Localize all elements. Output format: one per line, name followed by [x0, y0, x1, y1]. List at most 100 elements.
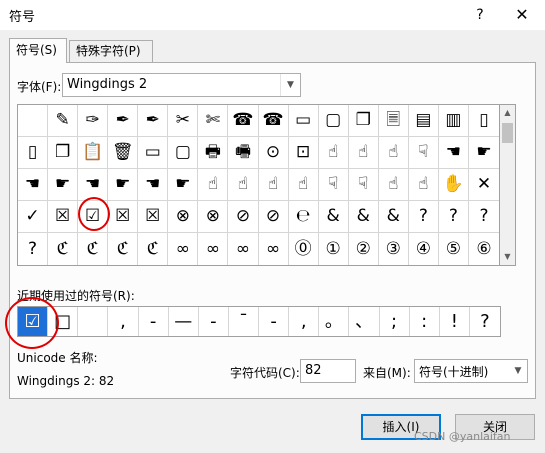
symbol-cell[interactable]: ☎ [258, 105, 289, 137]
symbol-cell[interactable]: ? [438, 201, 469, 233]
symbol-cell[interactable]: ① [319, 233, 349, 265]
recent-symbol-cell[interactable] [78, 307, 109, 336]
chevron-down-icon[interactable]: ▼ [509, 360, 527, 382]
symbol-cell[interactable]: 🗏 [378, 105, 409, 137]
symbol-cell[interactable]: ⓪ [289, 233, 319, 265]
font-dropdown[interactable]: Wingdings 2 ▼ [62, 73, 301, 97]
symbol-grid[interactable]: ✎ ✑ ✒ ✒ ✂ ✄ ☎ ☎ ▭ ▢ ❐ 🗏 ▤ ▥ ▯ ▯ ❐ 📋 🗑 ▭ ▢ 🖶 🖷 ⊙ ⊡ ☝ ☝ ☝ ☟ ☚ ☛ ☚ ☛ ☚ ☛ ☚ ☛ ☝ ☝ ☝… [17, 104, 500, 266]
symbol-cell[interactable]: ✄ [198, 105, 229, 137]
symbol-cell[interactable] [18, 105, 49, 137]
symbol-cell[interactable]: ☝ [378, 137, 409, 169]
symbol-cell[interactable]: ③ [379, 233, 409, 265]
recent-symbols-row[interactable]: ☑ □, - — - ¯ -,。、;:!? [17, 306, 501, 337]
symbol-cell[interactable]: ✒ [108, 105, 139, 137]
symbol-cell[interactable]: ④ [409, 233, 439, 265]
grid-scrollbar[interactable]: ▲ ▼ [500, 104, 516, 266]
symbol-cell[interactable]: ⊡ [288, 137, 319, 169]
recent-symbol-cell[interactable]: ; [380, 307, 410, 336]
recent-symbol-cell[interactable]: ☑ [18, 307, 49, 336]
symbol-cell[interactable]: ⊗ [198, 201, 229, 233]
symbol-cell[interactable]: ⊙ [258, 137, 289, 169]
symbol-cell[interactable]: & [348, 201, 379, 233]
recent-symbol-cell[interactable]: ? [470, 307, 500, 336]
symbol-cell[interactable]: ⊘ [258, 201, 289, 233]
char-code-input[interactable]: 82 [300, 359, 356, 383]
recent-symbol-cell[interactable]: : [410, 307, 440, 336]
recent-symbol-cell[interactable]: - [139, 307, 169, 336]
symbol-cell[interactable]: ☛ [168, 169, 199, 201]
symbol-cell[interactable]: ❐ [48, 137, 79, 169]
symbol-cell[interactable]: ☛ [468, 137, 499, 169]
recent-symbol-cell[interactable]: — [169, 307, 199, 336]
symbol-cell[interactable]: ☒ [138, 201, 169, 233]
symbol-cell[interactable]: ∞ [198, 233, 229, 265]
symbol-cell[interactable]: ☎ [228, 105, 259, 137]
symbol-cell[interactable]: ☟ [408, 137, 439, 169]
symbol-cell[interactable]: ☝ [378, 169, 409, 201]
symbol-cell[interactable]: ⑤ [439, 233, 469, 265]
recent-symbol-cell[interactable]: - [199, 307, 229, 336]
symbol-cell[interactable]: ∞ [228, 233, 259, 265]
symbol-cell[interactable]: 🗑 [108, 137, 139, 169]
symbol-cell[interactable]: ☛ [108, 169, 139, 201]
symbol-cell[interactable]: ▭ [288, 105, 319, 137]
tab-special-characters[interactable]: 特殊字符(P) [69, 40, 153, 62]
symbol-cell[interactable]: ☝ [348, 137, 379, 169]
symbol-cell[interactable]: ✑ [78, 105, 109, 137]
symbol-cell[interactable]: ☛ [48, 169, 79, 201]
symbol-cell[interactable]: ∞ [259, 233, 289, 265]
symbol-cell[interactable]: ✕ [468, 169, 499, 201]
close-icon[interactable]: ✕ [510, 3, 534, 27]
symbol-cell[interactable]: ☚ [18, 169, 49, 201]
symbol-cell[interactable]: ▥ [438, 105, 469, 137]
symbol-cell[interactable]: 📋 [78, 137, 109, 169]
symbol-cell[interactable]: ☝ [258, 169, 289, 201]
symbol-cell[interactable]: ☝ [228, 169, 259, 201]
symbol-cell[interactable]: ? [18, 233, 49, 265]
symbol-cell[interactable]: ℮ [288, 201, 319, 233]
recent-symbol-cell[interactable]: , [108, 307, 139, 336]
symbol-cell[interactable]: ✋ [438, 169, 469, 201]
scroll-down-icon[interactable]: ▼ [500, 249, 515, 265]
recent-symbol-cell[interactable]: ! [440, 307, 470, 336]
symbol-cell[interactable]: ▯ [468, 105, 499, 137]
help-icon[interactable]: ? [468, 3, 492, 27]
from-dropdown[interactable]: 符号(十进制) ▼ [414, 359, 528, 383]
recent-symbol-cell[interactable]: - [259, 307, 290, 336]
scroll-up-icon[interactable]: ▲ [500, 105, 515, 121]
symbol-cell[interactable]: ☒ [108, 201, 139, 233]
tab-symbols[interactable]: 符号(S) [9, 38, 67, 63]
symbol-cell[interactable]: ☝ [318, 137, 349, 169]
symbol-cell[interactable]: ☝ [198, 169, 229, 201]
recent-symbol-cell[interactable]: □ [48, 307, 79, 336]
symbol-cell[interactable]: 🖷 [228, 137, 259, 169]
recent-symbol-cell[interactable]: ¯ [229, 307, 259, 336]
symbol-cell[interactable]: ☟ [318, 169, 349, 201]
symbol-cell[interactable]: ▤ [408, 105, 439, 137]
symbol-cell[interactable]: ⊗ [168, 201, 199, 233]
symbol-cell[interactable]: ▢ [318, 105, 349, 137]
symbol-cell[interactable]: ▢ [168, 137, 199, 169]
symbol-cell[interactable]: 🖶 [198, 137, 229, 169]
symbol-cell[interactable]: ▭ [138, 137, 169, 169]
symbol-cell[interactable]: ∞ [168, 233, 199, 265]
recent-symbol-cell[interactable]: , [289, 307, 320, 336]
symbol-cell[interactable]: ☟ [348, 169, 379, 201]
symbol-cell[interactable]: ☝ [408, 169, 439, 201]
symbol-cell[interactable]: ② [349, 233, 379, 265]
scroll-thumb[interactable] [502, 123, 513, 143]
symbol-cell[interactable]: ✎ [48, 105, 79, 137]
symbol-cell[interactable]: ☝ [288, 169, 319, 201]
symbol-cell[interactable]: ℭ [108, 233, 139, 265]
symbol-cell[interactable]: ✂ [168, 105, 199, 137]
chevron-down-icon[interactable]: ▼ [280, 74, 300, 96]
symbol-cell[interactable]: ☒ [48, 201, 79, 233]
symbol-cell[interactable]: ⊘ [228, 201, 259, 233]
symbol-cell[interactable]: ℭ [138, 233, 169, 265]
symbol-cell[interactable]: ✓ [18, 201, 49, 233]
symbol-cell[interactable]: ⑥ [469, 233, 499, 265]
symbol-cell[interactable]: & [318, 201, 349, 233]
symbol-cell[interactable]: ❐ [348, 105, 379, 137]
symbol-cell[interactable]: ℭ [78, 233, 109, 265]
symbol-cell[interactable]: ✒ [138, 105, 169, 137]
